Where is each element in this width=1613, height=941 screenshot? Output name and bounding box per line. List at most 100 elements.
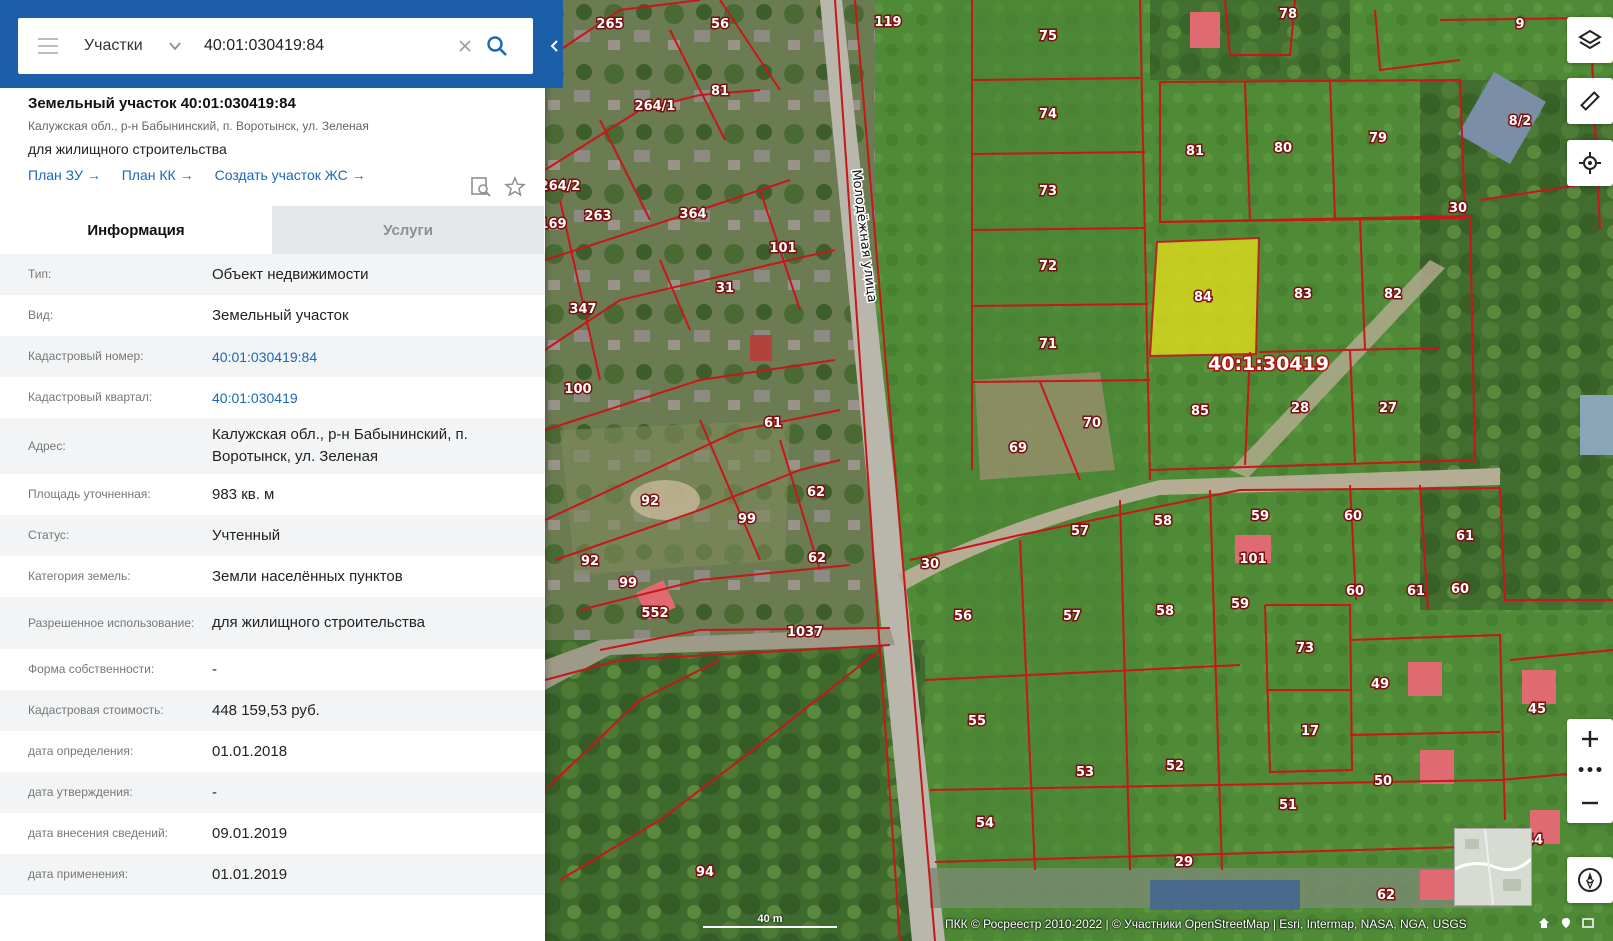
parcel-label[interactable]: 80: [1272, 140, 1293, 158]
parcel-label[interactable]: 101: [768, 240, 798, 258]
parcel-label[interactable]: 50: [1372, 773, 1393, 791]
parcel-label[interactable]: 264/1: [633, 98, 677, 116]
parcel-label[interactable]: 81: [709, 83, 730, 101]
layers-button[interactable]: [1567, 17, 1613, 63]
ruler-button[interactable]: [1567, 78, 1613, 124]
search-type-select[interactable]: Участки: [84, 37, 168, 55]
home-icon[interactable]: [1538, 914, 1550, 933]
plan-zu-link[interactable]: План ЗУ →: [28, 167, 101, 183]
parcel-label[interactable]: 78: [1277, 6, 1298, 24]
parcel-label[interactable]: 70: [1081, 415, 1102, 433]
parcel-label[interactable]: 101: [1238, 551, 1268, 569]
parcel-label[interactable]: 83: [1292, 286, 1313, 304]
zoom-to-object-icon[interactable]: [470, 176, 492, 198]
parcel-label[interactable]: 82: [1382, 286, 1403, 304]
parcel-label[interactable]: 57: [1061, 608, 1082, 626]
parcel-label[interactable]: 100: [563, 381, 593, 399]
parcel-label[interactable]: 73: [1037, 183, 1058, 201]
info-row: Кадастровая стоимость: 448 159,53 руб.: [0, 690, 545, 731]
parcel-label[interactable]: 58: [1152, 513, 1173, 531]
parcel-label[interactable]: 54: [974, 815, 995, 833]
parcel-label[interactable]: 69: [1007, 440, 1028, 458]
search-input[interactable]: [202, 36, 446, 56]
plan-kk-link[interactable]: План КК →: [122, 167, 194, 183]
pin-icon[interactable]: [1560, 914, 1572, 933]
parcel-label[interactable]: 51: [1277, 797, 1298, 815]
parcel-label[interactable]: 57: [1069, 523, 1090, 541]
search-icon[interactable]: [486, 35, 508, 57]
parcel-label[interactable]: 347: [568, 301, 598, 319]
parcel-label[interactable]: 60: [1449, 581, 1470, 599]
parcel-label[interactable]: 61: [1454, 528, 1475, 546]
parcel-label[interactable]: 61: [762, 415, 783, 433]
parcel-label[interactable]: 55: [966, 713, 987, 731]
star-icon[interactable]: [504, 176, 526, 198]
parcel-label[interactable]: 264/2: [538, 178, 582, 196]
collapse-panel-button[interactable]: [545, 28, 563, 64]
info-row-link[interactable]: 40:01:030419:84: [212, 346, 532, 368]
parcel-label[interactable]: 73: [1294, 640, 1315, 658]
parcel-label[interactable]: 52: [1164, 758, 1185, 776]
parcel-label[interactable]: 53: [1074, 764, 1095, 782]
parcel-label[interactable]: 59: [1249, 508, 1270, 526]
parcel-label[interactable]: 81: [1184, 143, 1205, 161]
zoom-in-button[interactable]: [1567, 719, 1613, 759]
parcel-label[interactable]: 30: [919, 556, 940, 574]
compass-icon: [1578, 868, 1602, 892]
parcel-label[interactable]: 45: [1526, 701, 1547, 719]
chevron-down-icon[interactable]: [168, 39, 182, 53]
zoom-more-button[interactable]: •••: [1567, 759, 1613, 783]
compass-button[interactable]: [1567, 857, 1613, 903]
zoom-out-button[interactable]: [1567, 783, 1613, 823]
minimap[interactable]: [1454, 828, 1532, 906]
parcel-label[interactable]: 119: [873, 14, 903, 32]
parcel-label[interactable]: 74: [1037, 106, 1058, 124]
parcel-label[interactable]: 99: [736, 511, 757, 529]
parcel-label[interactable]: 79: [1367, 130, 1388, 148]
parcel-label[interactable]: 62: [806, 550, 827, 568]
locate-button[interactable]: [1567, 140, 1613, 186]
parcel-label[interactable]: 75: [1037, 28, 1058, 46]
parcel-label[interactable]: 265: [595, 16, 625, 34]
close-icon[interactable]: [458, 39, 472, 53]
parcel-label[interactable]: 49: [1369, 676, 1390, 694]
parcel-label[interactable]: 56: [709, 16, 730, 34]
parcel-label[interactable]: 72: [1037, 258, 1058, 276]
parcel-label[interactable]: 1037: [785, 624, 824, 642]
window-icon[interactable]: [1582, 914, 1594, 933]
parcel-label[interactable]: 364: [678, 206, 708, 224]
parcel-label[interactable]: 92: [639, 493, 660, 511]
parcel-label[interactable]: 56: [952, 608, 973, 626]
info-row: Вид: Земельный участок: [0, 295, 545, 336]
parcel-label[interactable]: 8/2: [1507, 113, 1533, 131]
map-attribution[interactable]: ПКК © Росреестр 2010-2022 | © Участники …: [945, 913, 1467, 935]
parcel-label[interactable]: 58: [1154, 603, 1175, 621]
parcel-label[interactable]: 9: [1514, 16, 1526, 34]
parcel-label[interactable]: 92: [579, 553, 600, 571]
parcel-label[interactable]: 85: [1189, 403, 1210, 421]
parcel-label[interactable]: 62: [1375, 887, 1396, 905]
parcel-label[interactable]: 263: [583, 208, 613, 226]
menu-icon[interactable]: [38, 38, 60, 54]
tab-information[interactable]: Информация: [0, 206, 272, 254]
parcel-label[interactable]: 60: [1342, 508, 1363, 526]
parcel-label[interactable]: 94: [694, 864, 715, 882]
parcel-label[interactable]: 27: [1377, 400, 1398, 418]
parcel-label[interactable]: 61: [1405, 583, 1426, 601]
parcel-label[interactable]: 30: [1447, 200, 1468, 218]
parcel-label[interactable]: 62: [805, 484, 826, 502]
parcel-label[interactable]: 31: [714, 280, 735, 298]
parcel-label[interactable]: 29: [1173, 854, 1194, 872]
parcel-label[interactable]: 99: [617, 575, 638, 593]
parcel-label[interactable]: 28: [1289, 400, 1310, 418]
info-row-value: 09.01.2019: [212, 824, 288, 842]
parcel-label[interactable]: 17: [1299, 723, 1320, 741]
tab-services[interactable]: Услуги: [272, 206, 544, 254]
create-plot-link[interactable]: Создать участок ЖС →: [215, 167, 366, 183]
parcel-label[interactable]: 552: [640, 605, 670, 623]
parcel-label[interactable]: 71: [1037, 336, 1058, 354]
info-row-link[interactable]: 40:01:030419: [212, 387, 532, 409]
parcel-label[interactable]: 60: [1344, 583, 1365, 601]
parcel-label[interactable]: 84: [1192, 289, 1213, 307]
parcel-label[interactable]: 59: [1229, 596, 1250, 614]
